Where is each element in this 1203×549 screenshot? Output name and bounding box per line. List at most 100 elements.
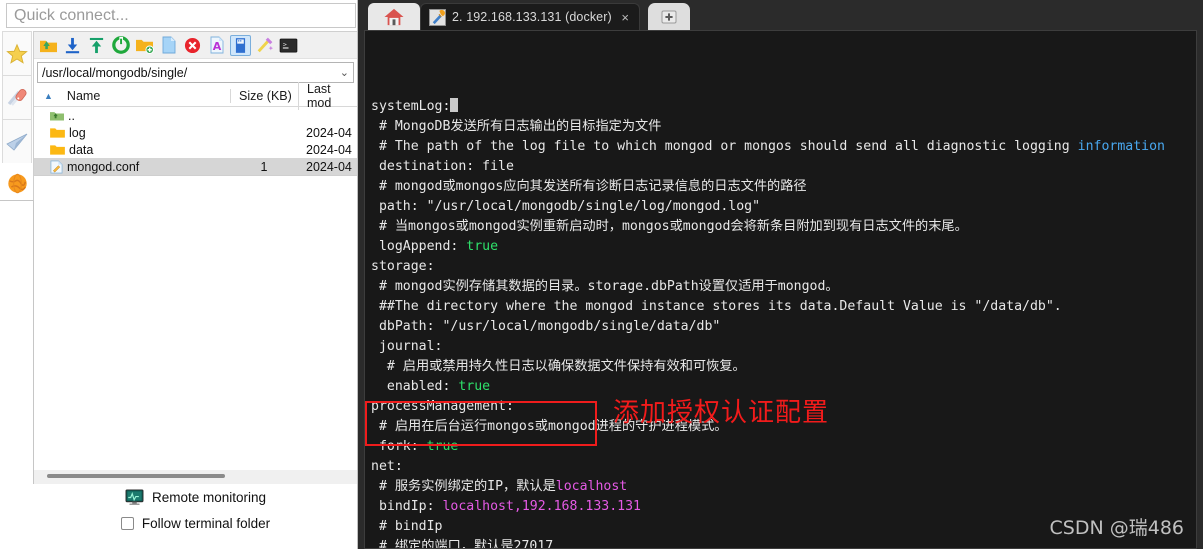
scrollbar-thumb[interactable] (47, 474, 225, 478)
terminal-line: logAppend: true (371, 237, 1196, 257)
terminal-screen[interactable]: systemLog: # MongoDB发送所有日志输出的目标指定为文件 # T… (364, 30, 1197, 549)
remote-monitoring-button[interactable]: Remote monitoring (33, 484, 358, 510)
terminal-span: information (1077, 139, 1165, 154)
file-list-empty-area (33, 176, 358, 470)
file-browser: A > /usr/local/mongodb/single/ ⌄ ▲ Name … (33, 31, 358, 176)
terminal-span: localhost,192.168.133.131 (442, 499, 641, 514)
wrench-icon (429, 8, 446, 26)
home-icon (383, 7, 405, 27)
terminal-span: # 服务实例绑定的IP，默认是 (371, 479, 556, 494)
terminal-span: dbPath: "/usr/local/mongodb/single/data/… (371, 319, 721, 334)
terminal-span: # 绑定的端口，默认是27017 (371, 539, 554, 549)
sidebar-icon-rail (2, 31, 32, 193)
new-tab-button[interactable] (648, 3, 690, 30)
terminal-line: ##The directory where the mongod instanc… (371, 297, 1196, 317)
follow-terminal-folder-checkbox[interactable] (120, 516, 134, 530)
terminal-text: systemLog: # MongoDB发送所有日志输出的目标指定为文件 # T… (371, 97, 1196, 549)
sidebar-item-send[interactable] (2, 119, 32, 163)
column-header-name[interactable]: ▲ Name (34, 89, 230, 103)
terminal-span: enabled: (371, 379, 459, 394)
terminal-cursor (450, 98, 459, 112)
terminal-line: journal: (371, 337, 1196, 357)
sidebar-item-tools[interactable] (2, 75, 32, 119)
new-folder-icon[interactable] (134, 35, 155, 56)
terminal-line: systemLog: (371, 97, 1196, 117)
follow-terminal-folder-label: Follow terminal folder (141, 515, 271, 531)
terminal-span: # 启用或禁用持久性日志以确保数据文件保持有效和可恢复。 (371, 359, 746, 374)
table-row[interactable]: log 2024-04 (34, 124, 357, 141)
terminal-span: path: "/usr/local/mongodb/single/log/mon… (371, 199, 761, 214)
folder-icon (50, 127, 65, 139)
terminal-line: # mongod实例存储其数据的目录。storage.dbPath设置仅适用于m… (371, 277, 1196, 297)
terminal-span: logAppend: (371, 239, 467, 254)
sidebar-item-globe[interactable] (2, 163, 32, 203)
terminal-span: # The path of the log file to which mong… (371, 139, 1078, 154)
favorites-star-icon (6, 43, 28, 65)
text-mode-icon[interactable]: A (206, 35, 227, 56)
terminal-line: net: (371, 457, 1196, 477)
column-header-modified[interactable]: Last mod (298, 82, 357, 110)
file-name: .. (68, 108, 75, 123)
file-name: mongod.conf (67, 159, 140, 174)
table-row[interactable]: mongod.conf 1 2024-04 (34, 158, 357, 175)
upload-icon[interactable] (86, 35, 107, 56)
watermark: CSDN @瑞486 (1049, 517, 1184, 539)
new-file-icon[interactable] (158, 35, 179, 56)
table-row[interactable]: data 2024-04 (34, 141, 357, 158)
terminal-span: # mongod或mongos应向其发送所有诊断日志记录信息的日志文件的路径 (371, 179, 807, 194)
path-input[interactable]: /usr/local/mongodb/single/ ⌄ (37, 62, 354, 83)
close-icon[interactable]: × (621, 10, 629, 25)
refresh-icon[interactable] (110, 35, 131, 56)
column-header-size[interactable]: Size (KB) (230, 89, 298, 103)
file-modified: 2024-04 (306, 125, 352, 140)
send-paperplane-icon (5, 131, 29, 153)
tab-bar: 2. 192.168.133.131 (docker) × (358, 0, 1203, 30)
terminal-line: fork: true (371, 437, 1196, 457)
file-browser-footer: Remote monitoring Follow terminal folder (33, 484, 358, 549)
terminal-line: destination: file (371, 157, 1196, 177)
terminal-span: true (466, 239, 499, 254)
tab-session-label: 2. 192.168.133.131 (docker) (452, 10, 612, 24)
tab-home[interactable] (368, 3, 420, 30)
column-header-name-label: Name (66, 89, 101, 103)
monitor-chart-icon (125, 488, 144, 506)
terminal-line: # mongod或mongos应向其发送所有诊断日志记录信息的日志文件的路径 (371, 177, 1196, 197)
permissions-wand-icon[interactable] (254, 35, 275, 56)
terminal-line: # 服务实例绑定的IP，默认是localhost (371, 477, 1196, 497)
tab-session-active[interactable]: 2. 192.168.133.131 (docker) × (420, 3, 640, 30)
terminal-span: # 当mongos或mongod实例重新启动时，mongos或mongod会将新… (371, 219, 968, 234)
file-browser-toolbar: A > (34, 32, 357, 59)
file-list-header: ▲ Name Size (KB) Last mod (34, 82, 357, 110)
open-terminal-icon[interactable]: > (278, 35, 299, 56)
svg-text:>: > (283, 40, 287, 48)
file-list-horizontal-scrollbar[interactable] (33, 470, 358, 484)
terminal-line: # The path of the log file to which mong… (371, 137, 1196, 157)
file-modified: 2024-04 (306, 159, 352, 174)
terminal-span: localhost (555, 479, 628, 494)
annotation-text: 添加授权认证配置 (613, 398, 830, 428)
go-up-folder-icon[interactable] (38, 35, 59, 56)
binary-mode-icon[interactable] (230, 34, 251, 56)
chevron-down-icon[interactable]: ⌄ (340, 66, 349, 79)
terminal-span: processManagement: (371, 399, 514, 414)
terminal-span: journal: (371, 339, 443, 354)
terminal-line: path: "/usr/local/mongodb/single/log/mon… (371, 197, 1196, 217)
parent-folder-icon (50, 110, 64, 122)
terminal-span: fork: (371, 439, 427, 454)
delete-icon[interactable] (182, 35, 203, 56)
download-icon[interactable] (62, 35, 83, 56)
follow-terminal-folder-row[interactable]: Follow terminal folder (33, 510, 358, 536)
quick-connect-input[interactable]: Quick connect... (6, 3, 356, 28)
terminal-span: # MongoDB发送所有日志输出的目标指定为文件 (371, 119, 662, 134)
terminal-panel: 2. 192.168.133.131 (docker) × systemLog:… (358, 0, 1203, 549)
terminal-span: ##The directory where the mongod instanc… (371, 299, 1062, 314)
terminal-span: # bindIp (371, 519, 443, 534)
svg-text:A: A (212, 40, 221, 53)
terminal-line: # 启用或禁用持久性日志以确保数据文件保持有效和可恢复。 (371, 357, 1196, 377)
path-input-value: /usr/local/mongodb/single/ (42, 65, 188, 80)
terminal-line: # 当mongos或mongod实例重新启动时，mongos或mongod会将新… (371, 217, 1196, 237)
terminal-line: # MongoDB发送所有日志输出的目标指定为文件 (371, 117, 1196, 137)
sidebar-item-favorites[interactable] (2, 31, 32, 75)
plus-icon (661, 10, 677, 24)
tools-knife-icon (5, 86, 29, 110)
